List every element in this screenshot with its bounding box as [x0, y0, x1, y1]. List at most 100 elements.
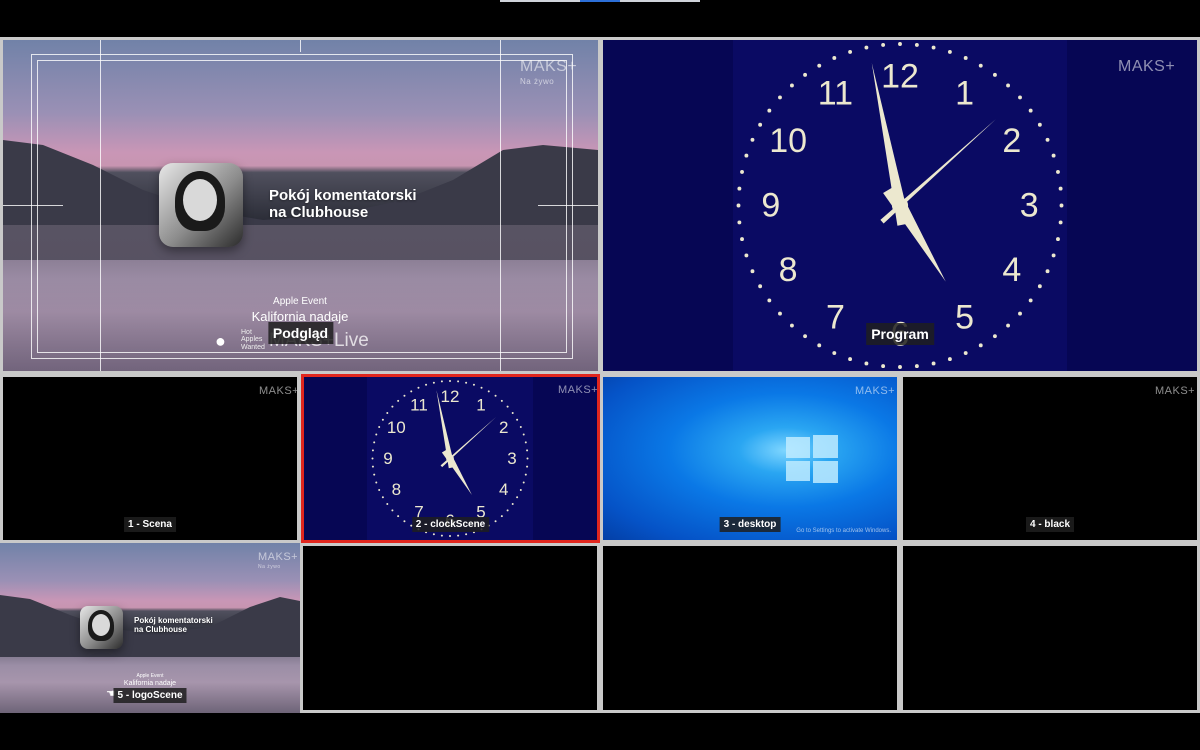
clock-minute-dot: [457, 534, 460, 537]
clock-number: 3: [1020, 187, 1039, 225]
scene-tile-5[interactable]: MAKS+ Na żywo Pokój komentatorski na Clu…: [0, 543, 300, 713]
clock-minute-dot: [1037, 284, 1042, 289]
activation-watermark: Go to Settings to activate Windows.: [796, 528, 891, 534]
clock-number: 1: [476, 395, 485, 414]
clock-minute-dot: [744, 253, 749, 258]
clock-minute-dot: [516, 496, 519, 499]
clock-minute-dot: [494, 394, 497, 397]
clock-minute-dot: [397, 515, 400, 518]
clock-minute-dot: [373, 441, 376, 444]
clock-minute-dot: [881, 42, 886, 47]
windows-wallpaper: [603, 377, 897, 540]
scene-label: 3 - desktop: [719, 517, 781, 532]
clock-minute-dot: [750, 137, 755, 142]
clock-minute-dot: [740, 237, 744, 242]
host-avatar: [159, 163, 243, 247]
clock-minute-dot: [881, 364, 886, 369]
analog-clock: 121234567891011: [736, 42, 1064, 369]
clock-hour-hand: [883, 184, 946, 282]
clock-minute-dot: [500, 515, 503, 518]
clock-minute-dot: [440, 534, 443, 537]
clock-minute-dot: [403, 394, 406, 397]
clock-minute-dot: [522, 433, 525, 436]
clock-minute-dot: [457, 380, 460, 383]
top-status-segment: [580, 0, 620, 2]
clock-minute-dot: [472, 383, 475, 386]
clock-minute-dot: [1058, 220, 1063, 225]
clock-number: 2: [499, 418, 508, 437]
clock-minute-dot: [848, 357, 853, 362]
clock-minute-dot: [898, 365, 902, 369]
clock-minute-dot: [963, 351, 968, 355]
clock-minute-dot: [371, 465, 374, 468]
clock-minute-dot: [1045, 137, 1050, 142]
program-clock-face: 121234567891011: [733, 40, 1067, 371]
clock-minute-dot: [750, 269, 755, 274]
clock-minute-dot: [371, 449, 374, 452]
clock-minute-dot: [767, 108, 772, 113]
analog-clock: 121234567891011: [371, 380, 529, 537]
clock-minute-dot: [914, 42, 919, 47]
clock-minute-dot: [403, 520, 406, 523]
clock-minute-dot: [817, 63, 822, 68]
clock-number: 5: [955, 298, 974, 336]
clock-minute-dot: [410, 390, 413, 393]
clock-minute-dot: [386, 411, 389, 414]
clock-minute-dot: [947, 49, 952, 54]
clock-minute-dot: [524, 441, 527, 444]
hot-apples-text: Hot Apples Wanted: [241, 329, 265, 351]
top-status-bar: [500, 0, 700, 2]
clock-minute-dot: [391, 509, 394, 512]
clock-minute-dot: [778, 311, 782, 316]
logo-subtitle: Na żywo: [520, 77, 555, 86]
clock-minute-dot: [740, 169, 744, 174]
clock-minute-dot: [758, 284, 763, 289]
preview-monitor[interactable]: MAKS+ Na żywo Pokój komentatorski na Clu…: [3, 40, 598, 371]
maks-logo: MAKS+: [1155, 385, 1196, 397]
clock-center-pin: [446, 454, 454, 463]
clock-minute-dot: [391, 405, 394, 408]
clock-number: 1: [955, 75, 974, 113]
clock-minute-dot: [449, 380, 451, 382]
scene-tile-4[interactable]: MAKS+ 4 - black: [903, 377, 1197, 540]
clock-minute-dot: [480, 386, 483, 389]
clock-minute-dot: [511, 503, 514, 506]
clock-minute-dot: [397, 399, 400, 402]
clock-minute-dot: [378, 489, 381, 492]
scene-tile-3[interactable]: MAKS+ Go to Settings to activate Windows…: [603, 377, 897, 540]
room-title: Pokój komentatorski na Clubhouse: [134, 616, 213, 634]
clock-number: 10: [769, 122, 807, 160]
clock-minute-dot: [736, 203, 741, 208]
empty-scene-slot[interactable]: [303, 546, 597, 710]
clock-minute-dot: [832, 351, 837, 355]
clock-minute-dot: [432, 533, 435, 536]
logo-text: MAKS+: [520, 58, 578, 75]
clock-minute-dot: [432, 381, 435, 384]
clock-minute-dot: [1051, 253, 1056, 258]
clock-minute-dot: [1018, 311, 1022, 316]
clock-number: 7: [826, 298, 845, 336]
clock-minute-dot: [487, 390, 490, 393]
empty-scene-slot[interactable]: [903, 546, 1197, 710]
apple-icon: ●: [215, 331, 226, 351]
clock-minute-dot: [526, 457, 529, 460]
clock-minute-dot: [737, 220, 742, 225]
clock-minute-dot: [1051, 153, 1056, 158]
clock-minute-dot: [789, 323, 794, 328]
clock-minute-dot: [1028, 108, 1033, 113]
clock-minute-dot: [978, 343, 983, 348]
guide-line-right: [500, 40, 501, 371]
clock-number: 4: [499, 480, 508, 499]
program-monitor[interactable]: 121234567891011 MAKS+ Program: [603, 40, 1197, 371]
clock-number: 4: [1002, 251, 1021, 289]
scene-label: 1 - Scena: [124, 517, 176, 532]
clock-minute-dot: [465, 533, 468, 536]
scene-tile-2[interactable]: 121234567891011 MAKS+ 2 - clockScene: [301, 374, 600, 543]
clock-minute-dot: [914, 364, 919, 369]
clock-minute-dot: [381, 418, 384, 421]
clock-minute-dot: [963, 56, 968, 60]
empty-scene-slot[interactable]: [603, 546, 897, 710]
scene-tile-1[interactable]: MAKS+ 1 - Scena: [3, 377, 297, 540]
clock-minute-dot: [848, 49, 853, 54]
clock-minute-dot: [519, 425, 522, 428]
